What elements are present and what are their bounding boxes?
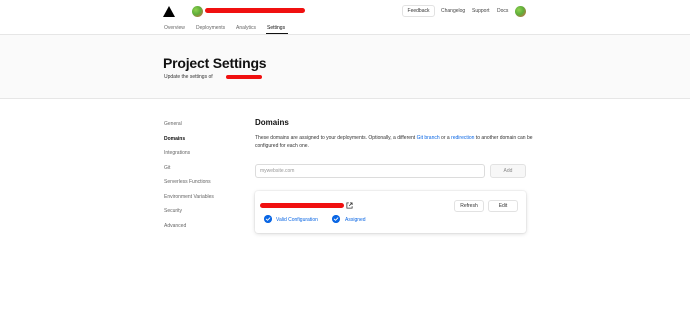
page-subtitle: Update the settings of: [164, 74, 213, 80]
edit-button[interactable]: Edit: [488, 200, 518, 212]
project-name-redacted: [205, 8, 305, 13]
checkmark-icon: [264, 215, 272, 223]
valid-configuration-status: Valid Configuration: [276, 217, 318, 223]
active-tab-indicator: [266, 33, 288, 34]
domain-name-redacted[interactable]: [260, 203, 344, 208]
user-avatar[interactable]: [515, 6, 526, 17]
top-navigation: [0, 0, 690, 35]
sidebar-item-advanced[interactable]: Advanced: [164, 223, 186, 229]
vercel-logo-icon[interactable]: [163, 6, 175, 17]
sidebar-item-git[interactable]: Git: [164, 165, 170, 171]
redirection-link[interactable]: redirection: [451, 135, 474, 141]
add-domain-button[interactable]: Add: [490, 164, 526, 178]
assigned-status: Assigned: [345, 217, 366, 223]
sidebar-item-security[interactable]: Security: [164, 208, 182, 214]
support-link[interactable]: Support: [472, 8, 490, 14]
description-text-2: or a: [439, 135, 452, 141]
sidebar-item-environment-variables[interactable]: Environment Variables: [164, 194, 214, 200]
sidebar-item-serverless-functions[interactable]: Serverless Functions: [164, 179, 211, 185]
domains-description: These domains are assigned to your deplo…: [255, 134, 535, 150]
domain-input[interactable]: [255, 164, 485, 178]
sidebar-item-general[interactable]: General: [164, 121, 182, 127]
sidebar-item-integrations[interactable]: Integrations: [164, 150, 190, 156]
tab-analytics[interactable]: Analytics: [236, 25, 256, 31]
domain-card: [255, 191, 526, 233]
description-text-1: These domains are assigned to your deplo…: [255, 135, 417, 141]
tab-deployments[interactable]: Deployments: [196, 25, 225, 31]
page-title: Project Settings: [163, 55, 267, 71]
checkmark-icon: [332, 215, 340, 223]
changelog-link[interactable]: Changelog: [441, 8, 465, 14]
tab-overview[interactable]: Overview: [164, 25, 185, 31]
external-link-icon[interactable]: [346, 202, 353, 209]
subtitle-project-redacted: [226, 75, 262, 79]
docs-link[interactable]: Docs: [497, 8, 508, 14]
refresh-button[interactable]: Refresh: [454, 200, 484, 212]
sidebar-item-domains[interactable]: Domains: [164, 136, 185, 142]
feedback-button[interactable]: Feedback: [402, 5, 435, 17]
page-header: [0, 35, 690, 99]
git-branch-link[interactable]: Git branch: [417, 135, 440, 141]
tab-settings[interactable]: Settings: [267, 25, 285, 31]
domains-title: Domains: [255, 118, 289, 127]
team-avatar[interactable]: [192, 6, 203, 17]
